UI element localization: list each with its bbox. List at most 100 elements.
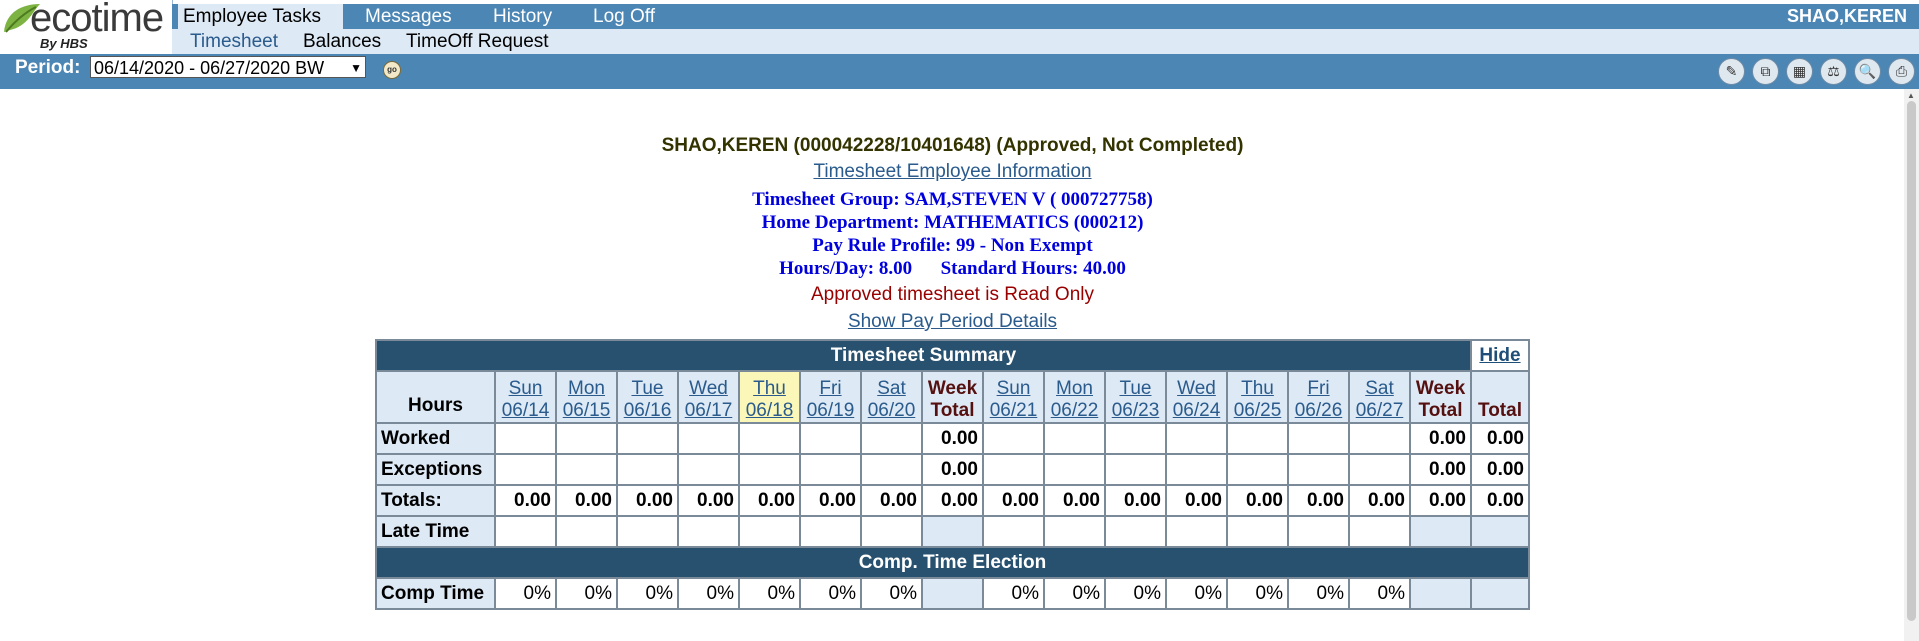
day-link-dow[interactable]: Tue — [1119, 378, 1151, 399]
day-link-dow[interactable]: Wed — [689, 378, 728, 399]
day-header-mon-06-22[interactable]: Mon 06/22 — [1043, 370, 1106, 424]
subnav-timeoff-request[interactable]: TimeOff Request — [406, 29, 549, 54]
period-select-value: 06/14/2020 - 06/27/2020 BW — [94, 58, 325, 78]
user-name: SHAO,KEREN — [1786, 6, 1907, 26]
day-link-date[interactable]: 06/14 — [502, 400, 550, 421]
day-header-fri-06-26[interactable]: Fri 06/26 — [1287, 370, 1350, 424]
day-link-dow[interactable]: Fri — [819, 378, 841, 399]
comp-time-cell: 0% — [1165, 577, 1228, 610]
tab-employee-tasks[interactable]: Employee Tasks — [178, 4, 343, 29]
exceptions-cell — [555, 453, 618, 486]
exceptions-week1-total: 0.00 — [921, 453, 984, 486]
vertical-scrollbar[interactable]: ▲ — [1904, 89, 1919, 641]
totals-cell: 0.00 — [1165, 484, 1228, 517]
day-link-dow[interactable]: Mon — [568, 378, 605, 399]
day-link-dow[interactable]: Sun — [509, 378, 543, 399]
comp-time-cell: 0% — [616, 577, 679, 610]
pay-rule-profile: Pay Rule Profile: 99 - Non Exempt — [812, 235, 1093, 256]
day-link-dow[interactable]: Tue — [631, 378, 663, 399]
day-link-date[interactable]: 06/19 — [807, 400, 855, 421]
day-link-dow[interactable]: Sun — [997, 378, 1031, 399]
comp-time-cell: 0% — [1043, 577, 1106, 610]
comp-time-cell: 0% — [982, 577, 1045, 610]
day-link-date[interactable]: 06/22 — [1051, 400, 1099, 421]
week-total-header-1: Week Total — [921, 370, 984, 424]
worked-cell — [982, 422, 1045, 455]
worked-cell — [616, 422, 679, 455]
period-select[interactable]: 06/14/2020 - 06/27/2020 BW ▼ — [90, 56, 366, 78]
tab-log-off[interactable]: Log Off — [593, 4, 655, 29]
notes-icon[interactable]: ✎ — [1718, 58, 1745, 85]
table-row: Worked 0.00 0.00 0.00 — [375, 422, 1530, 455]
day-header-sat-06-27[interactable]: Sat 06/27 — [1348, 370, 1411, 424]
day-link-date[interactable]: 06/23 — [1112, 400, 1160, 421]
table-row: Comp Time 0% 0% 0% 0% 0% 0% 0% 0% 0% 0% 0% 0% 0% 0% — [375, 577, 1530, 610]
hide-cell: Hide — [1470, 339, 1530, 372]
print-icon[interactable]: ⎙ — [1888, 58, 1915, 85]
day-link-date[interactable]: 06/25 — [1234, 400, 1282, 421]
day-link-date[interactable]: 06/26 — [1295, 400, 1343, 421]
employee-info-link: Timesheet Employee Information — [0, 161, 1905, 183]
totals-cell: 0.00 — [921, 484, 984, 517]
late-time-cell — [860, 515, 923, 548]
worked-cell — [1043, 422, 1106, 455]
day-link-dow[interactable]: Sat — [877, 378, 906, 399]
scrollbar-thumb[interactable] — [1907, 101, 1916, 621]
day-link-date[interactable]: 06/27 — [1356, 400, 1404, 421]
day-link-dow[interactable]: Fri — [1307, 378, 1329, 399]
late-time-cell — [1104, 515, 1167, 548]
day-link-date[interactable]: 06/20 — [868, 400, 916, 421]
totals-cell: 0.00 — [616, 484, 679, 517]
day-header-sun-06-21[interactable]: Sun 06/21 — [982, 370, 1045, 424]
day-header-thu-06-18[interactable]: Thu 06/18 — [738, 370, 801, 424]
day-link-dow[interactable]: Wed — [1177, 378, 1216, 399]
day-header-mon-06-15[interactable]: Mon 06/15 — [555, 370, 618, 424]
day-link-dow[interactable]: Sat — [1365, 378, 1394, 399]
day-link-date[interactable]: 06/16 — [624, 400, 672, 421]
subnav-balances[interactable]: Balances — [303, 29, 381, 54]
exceptions-cell — [799, 453, 862, 486]
totals-cell: 0.00 — [677, 484, 740, 517]
late-time-cell — [982, 515, 1045, 548]
totals-cell: 0.00 — [738, 484, 801, 517]
totals-cell: 0.00 — [494, 484, 557, 517]
day-link-date[interactable]: 06/15 — [563, 400, 611, 421]
day-header-fri-06-19[interactable]: Fri 06/19 — [799, 370, 862, 424]
day-link-date[interactable]: 06/21 — [990, 400, 1038, 421]
day-link-dow[interactable]: Thu — [753, 378, 786, 399]
scales-icon[interactable]: ⚖ — [1820, 58, 1847, 85]
day-header-wed-06-24[interactable]: Wed 06/24 — [1165, 370, 1228, 424]
day-header-sun-06-14[interactable]: Sun 06/14 — [494, 370, 557, 424]
day-header-sat-06-20[interactable]: Sat 06/20 — [860, 370, 923, 424]
exceptions-cell — [677, 453, 740, 486]
day-link-date[interactable]: 06/24 — [1173, 400, 1221, 421]
day-link-dow[interactable]: Mon — [1056, 378, 1093, 399]
scroll-up-icon[interactable]: ▲ — [1907, 91, 1915, 100]
hide-link[interactable]: Hide — [1479, 345, 1520, 366]
calculator-icon[interactable]: ▦ — [1786, 58, 1813, 85]
worked-cell — [1226, 422, 1289, 455]
day-header-tue-06-23[interactable]: Tue 06/23 — [1104, 370, 1167, 424]
comp-time-week1-total — [921, 577, 984, 610]
employee-info-link-text[interactable]: Timesheet Employee Information — [813, 161, 1091, 182]
show-pay-period-details-link[interactable]: Show Pay Period Details — [848, 311, 1057, 332]
day-link-date[interactable]: 06/18 — [746, 400, 794, 421]
exceptions-cell — [1165, 453, 1228, 486]
copy-icon[interactable]: ⧉ — [1752, 58, 1779, 85]
worked-cell — [677, 422, 740, 455]
day-header-thu-06-25[interactable]: Thu 06/25 — [1226, 370, 1289, 424]
tab-history[interactable]: History — [493, 4, 552, 29]
audit-icon[interactable]: 🔍 — [1854, 58, 1881, 85]
worked-cell — [738, 422, 801, 455]
exceptions-cell — [494, 453, 557, 486]
late-time-cell — [1165, 515, 1228, 548]
go-button[interactable]: go — [383, 61, 401, 79]
sub-navigation: Timesheet Balances TimeOff Request — [172, 29, 1919, 54]
subnav-timesheet[interactable]: Timesheet — [190, 29, 278, 54]
tab-messages[interactable]: Messages — [365, 4, 452, 29]
standard-hours: Standard Hours: 40.00 — [940, 258, 1126, 279]
day-header-wed-06-17[interactable]: Wed 06/17 — [677, 370, 740, 424]
day-header-tue-06-16[interactable]: Tue 06/16 — [616, 370, 679, 424]
day-link-date[interactable]: 06/17 — [685, 400, 733, 421]
day-link-dow[interactable]: Thu — [1241, 378, 1274, 399]
